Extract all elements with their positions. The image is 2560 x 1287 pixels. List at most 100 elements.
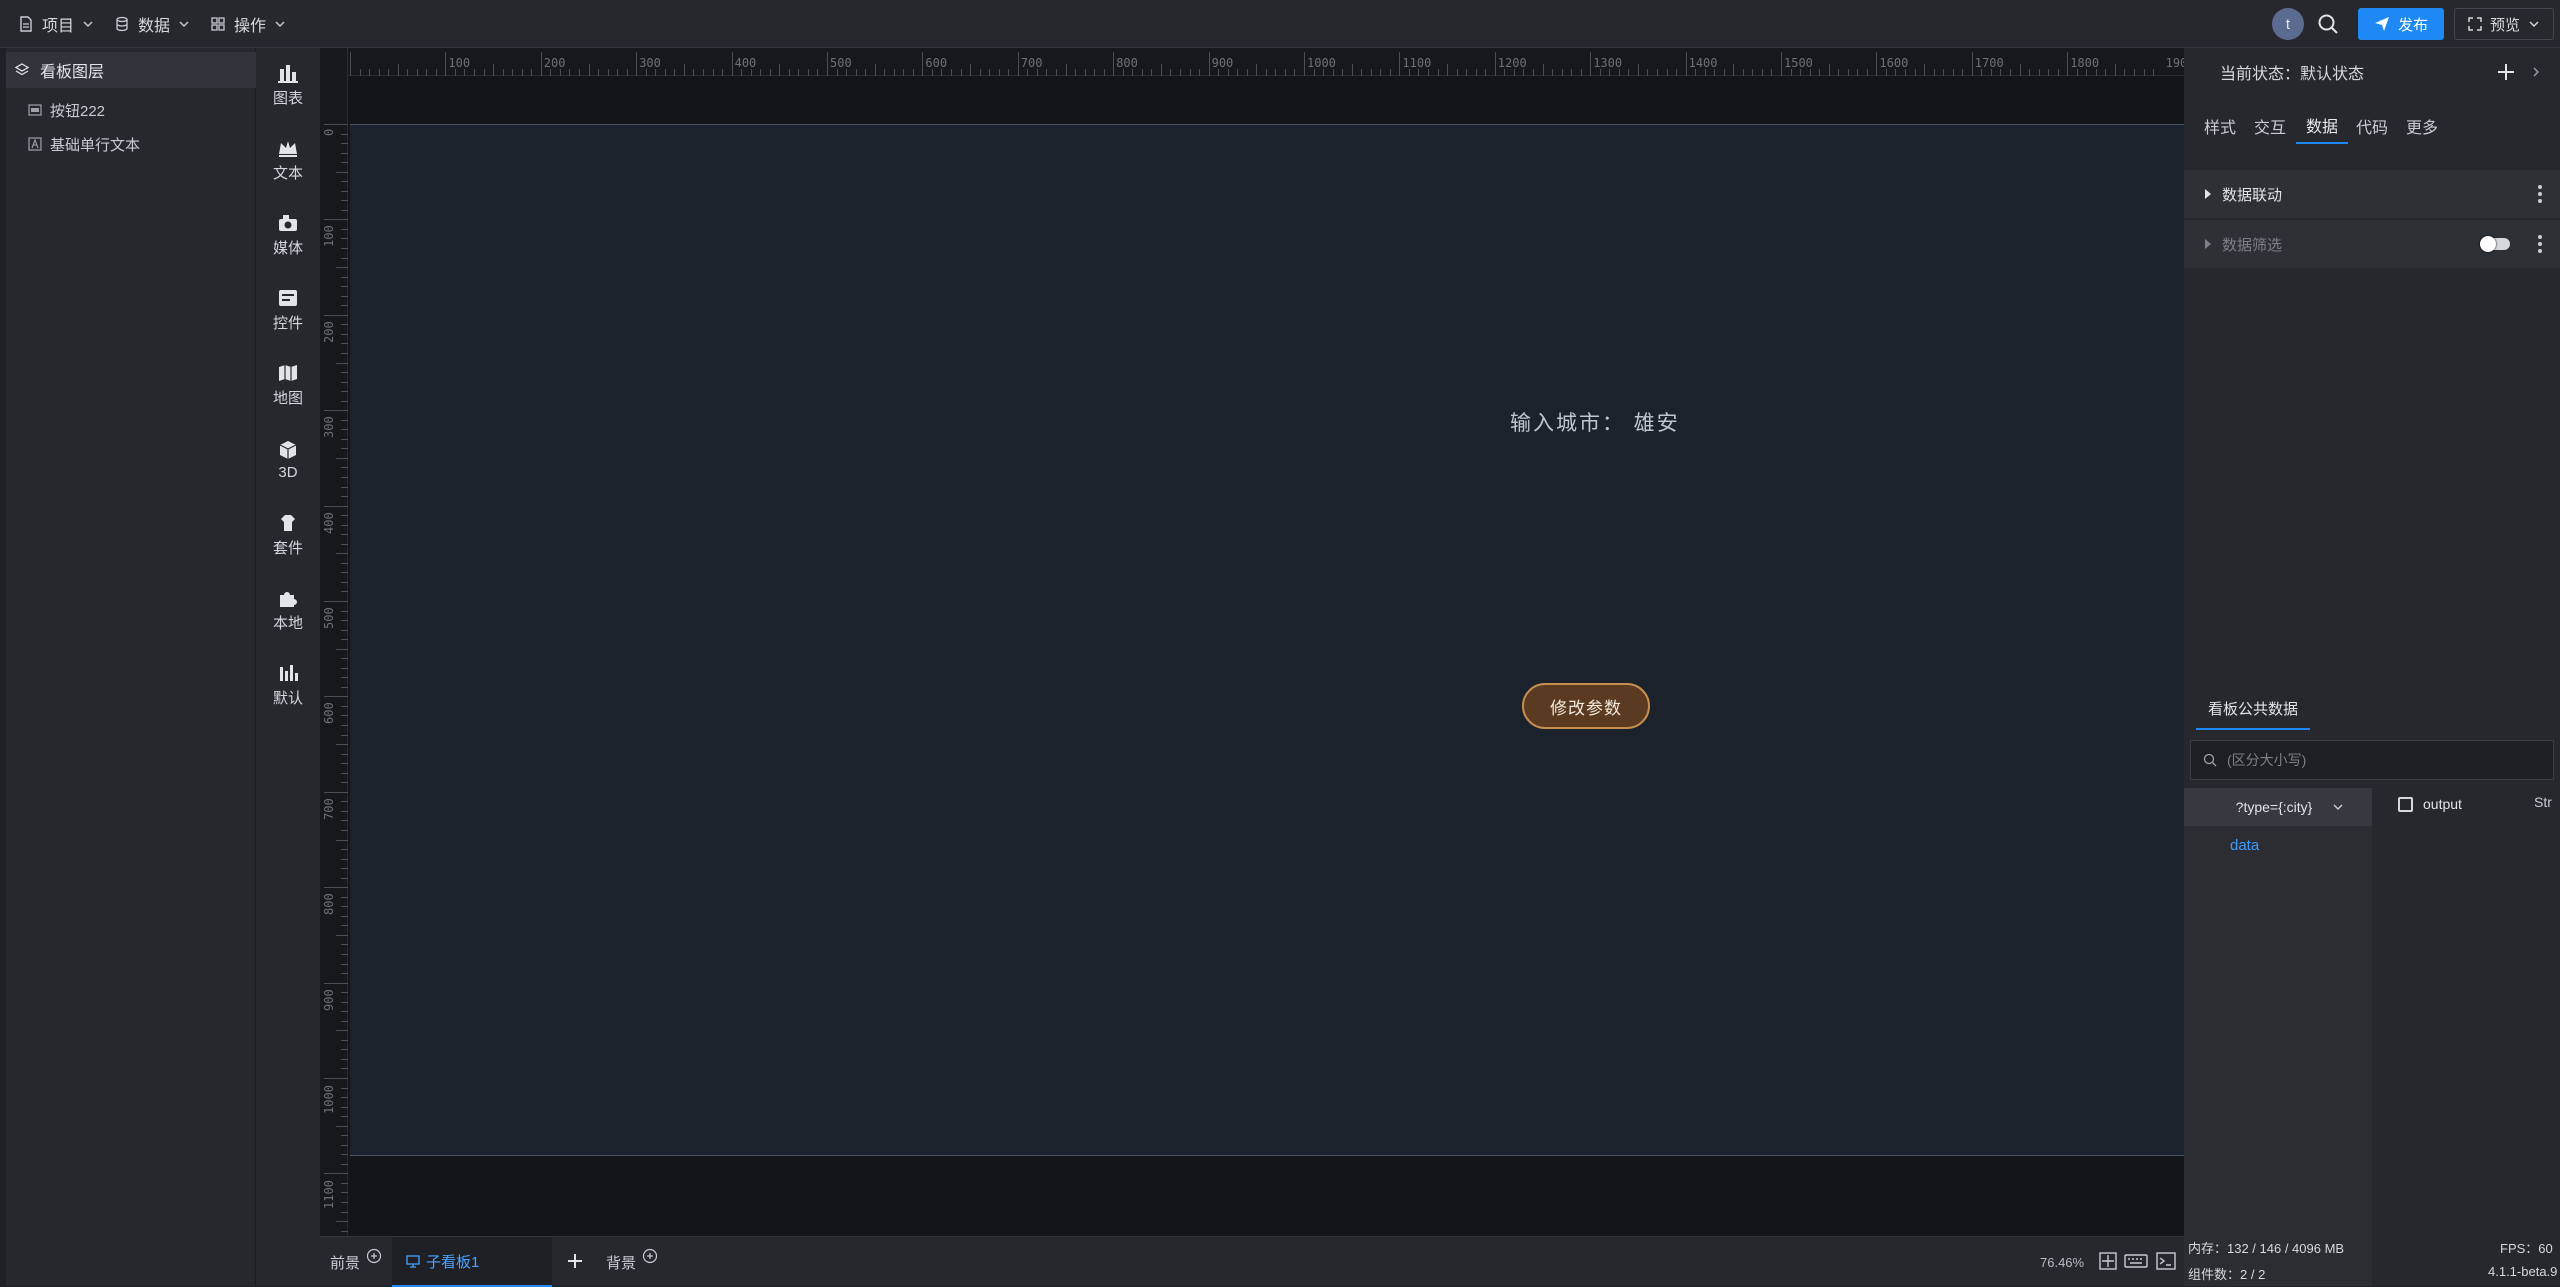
- ruler-tick: [341, 190, 348, 192]
- tab-code[interactable]: 代码: [2352, 108, 2392, 144]
- ruler-tick: [1924, 64, 1926, 76]
- component-media[interactable]: 媒体: [256, 204, 320, 266]
- ruler-tick: [1113, 52, 1115, 76]
- ruler-tick: [341, 1202, 348, 1204]
- collapse-panel-button[interactable]: [2530, 66, 2542, 78]
- vertical-ruler[interactable]: 0 100 200 300 400 500 600 700 800 900 1000 1100: [320, 48, 348, 1236]
- horizontal-ruler[interactable]: 100 200 300 400 500 600 700 800 900 1000 1100 1200 1…: [320, 48, 2184, 76]
- component-control[interactable]: 控件: [256, 279, 320, 341]
- console-button[interactable]: [2156, 1251, 2176, 1271]
- data-filter-toggle[interactable]: [2480, 236, 2510, 252]
- publish-label: 发布: [2397, 16, 2428, 34]
- layer-item-label: 按钮222: [50, 102, 106, 120]
- ruler-tick: [1552, 69, 1554, 76]
- search-button[interactable]: [2314, 10, 2342, 38]
- ruler-tick: [341, 133, 348, 135]
- fit-screen-button[interactable]: [2098, 1251, 2118, 1271]
- ruler-label: 1200: [1497, 56, 1527, 70]
- component-default[interactable]: 默认: [256, 654, 320, 716]
- ruler-tick: [1590, 52, 1592, 76]
- layer-item-button[interactable]: 按钮222: [28, 96, 105, 124]
- ruler-tick: [1294, 69, 1296, 76]
- tab-public-data[interactable]: 看板公共数据: [2196, 688, 2311, 730]
- ruler-tick: [807, 69, 809, 76]
- data-item[interactable]: data: [2184, 826, 2372, 864]
- data-source-group[interactable]: ?type={:city}: [2184, 788, 2372, 826]
- ruler-tick: [1895, 69, 1897, 76]
- map-icon: [279, 364, 297, 381]
- output-field[interactable]: output: [2398, 792, 2462, 816]
- ruler-tick: [1781, 52, 1782, 76]
- ruler-tick: [336, 362, 348, 364]
- ruler-tick: [1351, 64, 1353, 76]
- add-circle-icon[interactable]: [642, 1248, 658, 1264]
- city-text[interactable]: 输入城市： 雄安: [1510, 407, 1680, 437]
- ruler-tick: [1933, 69, 1935, 76]
- ruler-tick: [341, 801, 348, 803]
- ruler-tick: [341, 372, 348, 374]
- component-chart[interactable]: 图表: [256, 54, 320, 116]
- menu-project[interactable]: 项目: [8, 8, 104, 40]
- keyboard-button[interactable]: [2124, 1251, 2148, 1271]
- section-data-linkage[interactable]: 数据联动: [2184, 170, 2560, 218]
- component-label: 地图: [272, 389, 303, 407]
- component-kit[interactable]: 套件: [256, 504, 320, 566]
- ruler-tick: [941, 69, 943, 76]
- ruler-tick: [1265, 69, 1267, 76]
- ruler-tick: [1437, 69, 1439, 76]
- component-map[interactable]: 地图: [256, 354, 320, 416]
- menu-operation[interactable]: 操作: [200, 8, 296, 40]
- tab-background[interactable]: 背景: [606, 1237, 658, 1287]
- ruler-tick: [1695, 69, 1697, 76]
- ruler-tick: [1962, 69, 1964, 76]
- tab-interaction[interactable]: 交互: [2250, 108, 2290, 144]
- component-text[interactable]: 文本: [256, 129, 320, 191]
- ruler-tick: [2009, 69, 2011, 76]
- ruler-tick: [598, 69, 600, 76]
- ruler-tick: [702, 69, 704, 76]
- ruler-tick: [531, 69, 533, 76]
- public-data-search[interactable]: (区分大小写): [2190, 740, 2554, 780]
- ruler-tick: [2133, 69, 2135, 76]
- layer-item-text[interactable]: 基础单行文本: [28, 130, 140, 158]
- menu-data[interactable]: 数据: [104, 8, 200, 40]
- modify-params-button[interactable]: 修改参数: [1522, 683, 1650, 729]
- add-board-button[interactable]: [566, 1252, 584, 1270]
- tab-style[interactable]: 样式: [2200, 108, 2240, 144]
- public-data-list: ?type={:city} data: [2184, 788, 2372, 1286]
- component-local[interactable]: 本地: [256, 579, 320, 641]
- preview-button[interactable]: 预览: [2454, 8, 2554, 40]
- avatar[interactable]: t: [2272, 8, 2304, 40]
- button-layer-icon: [28, 104, 42, 116]
- tab-foreground[interactable]: 前景: [330, 1237, 382, 1287]
- board-stage[interactable]: 输入城市： 雄安 修改参数: [350, 124, 2184, 1156]
- add-circle-icon[interactable]: [366, 1248, 382, 1264]
- ruler-tick: [341, 753, 348, 755]
- output-checkbox[interactable]: [2398, 796, 2413, 812]
- ruler-tick: [1094, 69, 1096, 76]
- ruler-tick: [1723, 69, 1725, 76]
- canvas-area[interactable]: 100 200 300 400 500 600 700 800 900 1000 1100 1200 1…: [320, 48, 2184, 1236]
- ruler-tick: [846, 69, 848, 76]
- ruler-tick: [407, 69, 409, 76]
- ruler-label: 1100: [1402, 56, 1432, 70]
- publish-button[interactable]: 发布: [2358, 8, 2444, 40]
- ruler-tick: [341, 973, 348, 975]
- ruler-label: 600: [322, 702, 336, 725]
- tab-more[interactable]: 更多: [2402, 108, 2442, 144]
- section-data-filter[interactable]: 数据筛选: [2184, 220, 2560, 268]
- ruler-tick: [2124, 69, 2126, 76]
- tab-sub-board[interactable]: 子看板1: [392, 1237, 552, 1287]
- ruler-tick: [1256, 64, 1258, 76]
- more-vertical-icon[interactable]: [2538, 185, 2542, 203]
- ruler-tick: [1141, 69, 1143, 76]
- ruler-label: 300: [639, 56, 661, 70]
- zoom-level[interactable]: 76.46%: [2040, 1255, 2084, 1270]
- component-3d[interactable]: 3D: [256, 429, 320, 491]
- layer-panel-header[interactable]: 看板图层: [6, 52, 256, 88]
- more-vertical-icon[interactable]: [2538, 235, 2542, 253]
- add-state-button[interactable]: [2496, 62, 2516, 82]
- tab-data[interactable]: 数据: [2296, 108, 2348, 144]
- ruler-label: 800: [1116, 56, 1138, 70]
- ruler-tick: [1199, 69, 1201, 76]
